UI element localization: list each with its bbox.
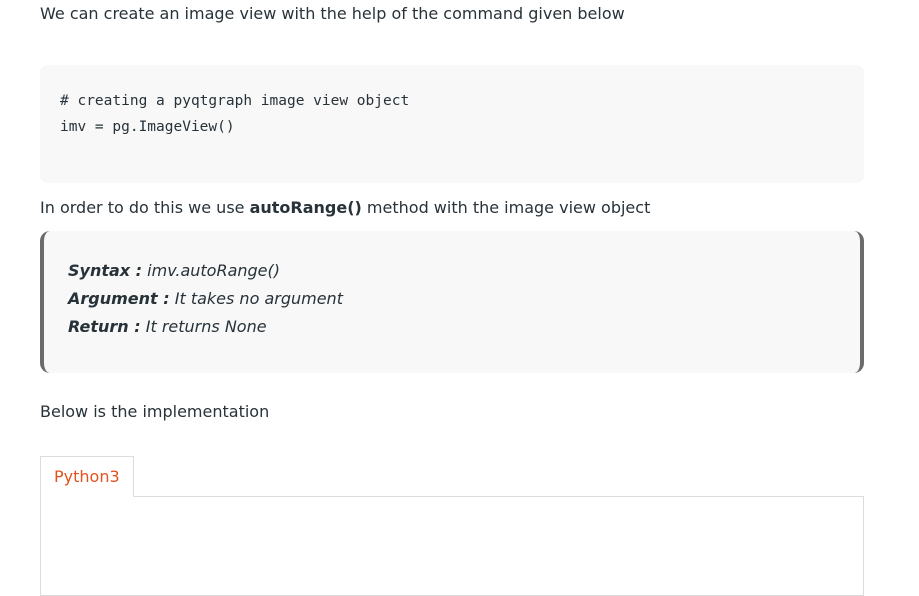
syntax-value: imv.autoRange() [142,261,280,280]
code-comment-line: # creating a pyqtgraph image view object [60,93,410,109]
argument-value: It takes no argument [169,289,343,308]
argument-row: Argument : It takes no argument [68,285,836,313]
tab-python3[interactable]: Python3 [40,456,134,497]
argument-label: Argument : [68,289,170,308]
return-label: Return : [68,317,141,336]
return-row: Return : It returns None [68,313,836,341]
code-statement-line: imv = pg.ImageView() [60,119,235,135]
syntax-blockquote: Syntax : imv.autoRange() Argument : It t… [40,231,864,373]
code-block[interactable]: # creating a pyqtgraph image view object… [40,65,864,183]
return-value: It returns None [140,317,267,336]
method-name: autoRange() [249,198,362,217]
syntax-row: Syntax : imv.autoRange() [68,257,836,285]
method-text-before: In order to do this we use [40,198,250,217]
implementation-paragraph: Below is the implementation [40,402,270,421]
method-text-after: method with the image view object [361,198,651,217]
tab-panel [40,496,864,596]
intro-paragraph: We can create an image view with the hel… [40,4,625,23]
method-paragraph: In order to do this we use autoRange() m… [40,197,650,219]
syntax-label: Syntax : [68,261,143,280]
